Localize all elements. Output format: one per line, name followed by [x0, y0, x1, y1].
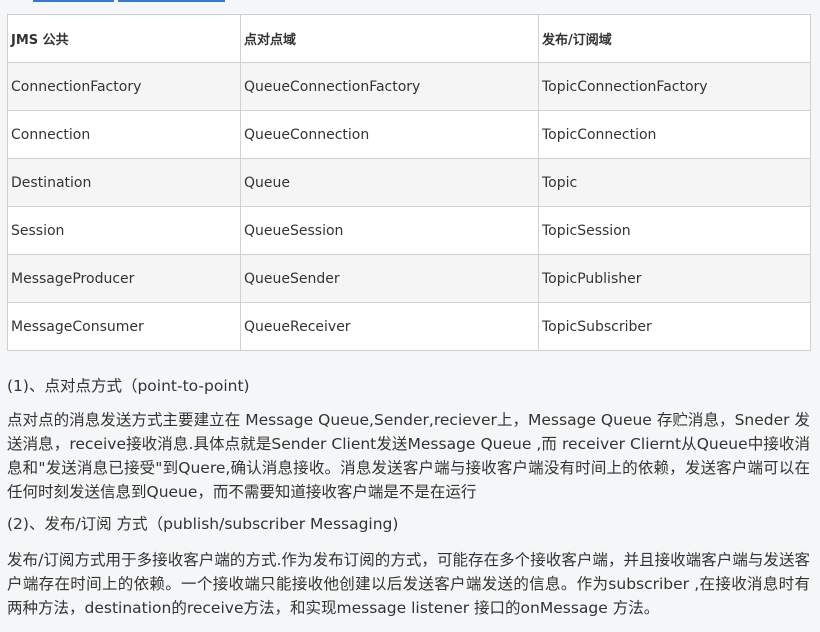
column-header: 发布/订阅域 — [538, 14, 811, 63]
table-cell: QueueConnectionFactory — [240, 62, 539, 111]
table-cell: TopicSubscriber — [538, 302, 811, 351]
table-cell: QueueSender — [240, 254, 539, 303]
table-cell: QueueConnection — [240, 110, 539, 159]
table-cell: Destination — [7, 158, 241, 207]
table-cell: QueueSession — [240, 206, 539, 255]
table-cell: Queue — [240, 158, 539, 207]
table-cell: MessageProducer — [7, 254, 241, 303]
table-row: Connection QueueConnection TopicConnecti… — [7, 110, 811, 159]
section-paragraph-point-to-point: 点对点的消息发送方式主要建立在 Message Queue,Sender,rec… — [7, 411, 810, 501]
table-cell: MessageConsumer — [7, 302, 241, 351]
table-cell: Topic — [538, 158, 811, 207]
section-paragraph-publish-subscribe: 发布/订阅方式用于多接收客户端的方式.作为发布订阅的方式，可能存在多个接收客户端… — [7, 551, 810, 617]
page: JMS 公共 点对点域 发布/订阅域 ConnectionFactory Que… — [0, 0, 820, 632]
table-cell: TopicPublisher — [538, 254, 811, 303]
table-row: Destination Queue Topic — [7, 158, 811, 207]
section-heading-publish-subscribe: (2)、发布/订阅 方式（publish/subscriber Messagin… — [7, 515, 399, 533]
jms-domain-table: JMS 公共 点对点域 发布/订阅域 ConnectionFactory Que… — [7, 14, 811, 351]
table-cell: TopicConnectionFactory — [538, 62, 811, 111]
table-row: Session QueueSession TopicSession — [7, 206, 811, 255]
table-cell: QueueReceiver — [240, 302, 539, 351]
table-row: MessageConsumer QueueReceiver TopicSubsc… — [7, 302, 811, 351]
table-cell: TopicSession — [538, 206, 811, 255]
table-cell: TopicConnection — [538, 110, 811, 159]
table-cell: ConnectionFactory — [7, 62, 241, 111]
top-link-underline[interactable] — [33, 0, 114, 2]
article-content: (1)、点对点方式（point-to-point) 点对点的消息发送方式主要建立… — [7, 374, 810, 620]
table-cell: Session — [7, 206, 241, 255]
table-row: MessageProducer QueueSender TopicPublish… — [7, 254, 811, 303]
table-cell: Connection — [7, 110, 241, 159]
top-link-underline[interactable] — [118, 0, 225, 2]
column-header: JMS 公共 — [7, 14, 241, 63]
top-links — [33, 0, 225, 2]
table-row: ConnectionFactory QueueConnectionFactory… — [7, 62, 811, 111]
section-heading-point-to-point: (1)、点对点方式（point-to-point) — [7, 377, 250, 395]
column-header: 点对点域 — [240, 14, 539, 63]
table-header-row: JMS 公共 点对点域 发布/订阅域 — [7, 14, 811, 63]
